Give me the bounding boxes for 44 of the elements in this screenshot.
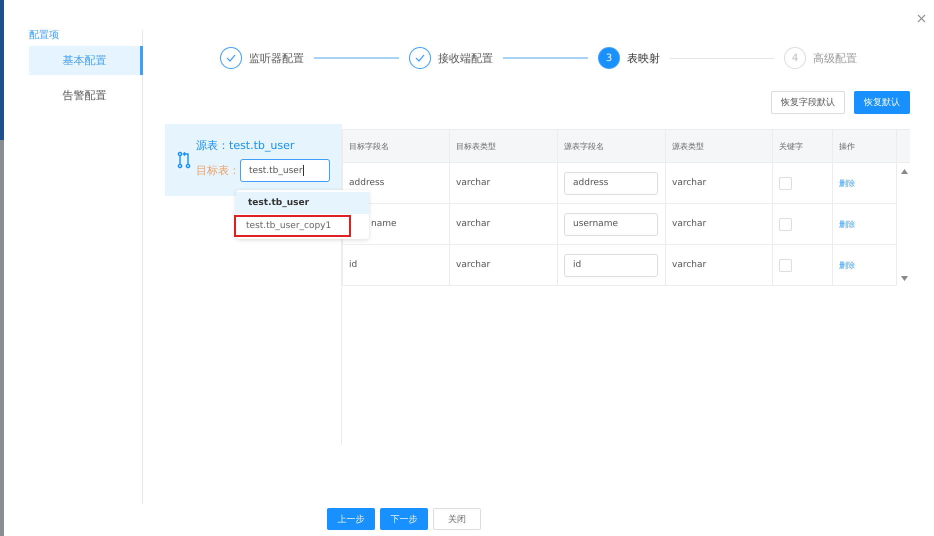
table-cell: varchar	[456, 260, 490, 270]
table-cell: address	[349, 178, 384, 188]
scroll-down-icon[interactable]	[901, 276, 908, 281]
swap-icon	[177, 151, 191, 169]
column-header: 源表字段名	[558, 130, 666, 162]
sidebar-item[interactable]: 告警配置	[29, 81, 143, 110]
key-checkbox[interactable]	[779, 258, 792, 272]
column-header: 源表类型	[666, 130, 772, 162]
restore-fields-button[interactable]: 恢复字段默认	[771, 91, 845, 114]
source-field-input[interactable]: id	[564, 254, 658, 276]
column-header: 关键字	[772, 130, 832, 162]
table-cell: varchar	[456, 178, 490, 188]
source-table-label: 源表：test.tb_user	[196, 138, 296, 153]
key-checkbox[interactable]	[779, 176, 792, 190]
source-field-input[interactable]: username	[564, 212, 658, 236]
dropdown-option[interactable]: test.tb_user_copy1	[234, 215, 351, 237]
step-label: 表映射	[627, 50, 660, 66]
table-cell: varchar	[672, 219, 706, 229]
close-button[interactable]	[915, 12, 928, 25]
scroll-up-icon[interactable]	[901, 169, 908, 174]
footer-button[interactable]: 下一步	[380, 508, 428, 530]
table-cell: varchar	[672, 260, 706, 270]
table-cell: varchar	[672, 178, 706, 188]
restore-default-button[interactable]: 恢复默认	[854, 91, 910, 114]
column-header: 目标表类型	[450, 130, 558, 162]
table-cell: name	[371, 219, 397, 229]
target-table-input[interactable]: test.tb_user	[240, 159, 330, 182]
dropdown-option[interactable]: test.tb_user	[236, 192, 369, 214]
step-label: 监听器配置	[249, 50, 304, 66]
close-icon	[917, 14, 926, 23]
footer-button[interactable]: 关闭	[433, 508, 481, 530]
column-header: 目标字段名	[342, 130, 450, 162]
step-label: 高级配置	[813, 50, 857, 66]
footer-button[interactable]: 上一步	[327, 508, 375, 530]
table-cell: varchar	[456, 219, 490, 229]
sidebar-title: 配置项	[29, 30, 60, 42]
target-table-label: 目标表：	[196, 163, 240, 178]
step-number: 3	[598, 47, 620, 69]
step-number: 4	[784, 47, 806, 69]
key-checkbox[interactable]	[779, 218, 792, 230]
table-cell: id	[349, 260, 358, 270]
column-header: 操作	[832, 130, 896, 162]
step-label: 接收端配置	[438, 50, 493, 66]
source-field-input[interactable]: address	[564, 172, 658, 194]
